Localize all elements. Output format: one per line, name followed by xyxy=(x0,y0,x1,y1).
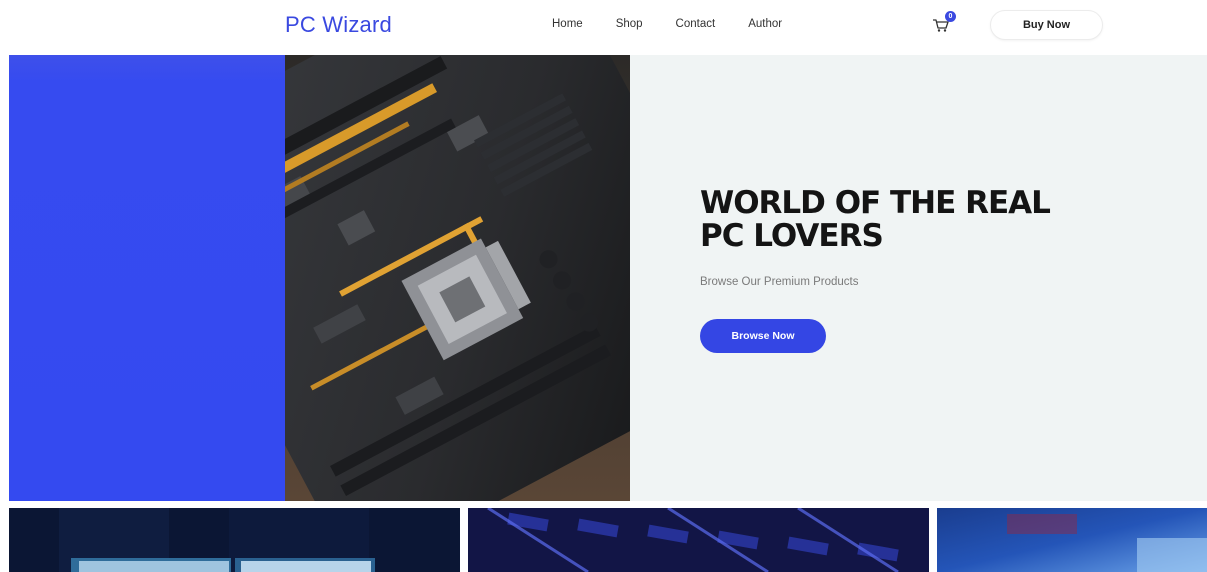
keyboard-illustration xyxy=(468,508,929,572)
nav-shop[interactable]: Shop xyxy=(616,18,643,30)
hero-subtitle: Browse Our Premium Products xyxy=(700,276,859,288)
nav-contact[interactable]: Contact xyxy=(676,18,716,30)
tile-keyboard-image[interactable] xyxy=(468,508,929,572)
hero-title-line-1: WORLD OF THE REAL xyxy=(700,185,1051,221)
motherboard-illustration xyxy=(285,55,630,501)
nav-author[interactable]: Author xyxy=(748,18,782,30)
brand-logo[interactable]: PC Wizard xyxy=(285,12,392,38)
blue-blur-illustration xyxy=(937,508,1207,572)
buy-now-button[interactable]: Buy Now xyxy=(990,10,1103,40)
nav-home[interactable]: Home xyxy=(552,18,583,30)
tile-blue-blur-image[interactable] xyxy=(937,508,1207,572)
monitors-illustration xyxy=(9,508,460,572)
hero-title-line-2: PC LOVERS xyxy=(700,218,884,254)
site-header: PC Wizard Home Shop Contact Author 0 Buy… xyxy=(0,0,1207,54)
hero-title: WORLD OF THE REAL PC LOVERS xyxy=(700,187,1120,253)
hero-blue-block xyxy=(9,55,285,501)
main-nav: Home Shop Contact Author xyxy=(552,18,815,30)
browse-now-button[interactable]: Browse Now xyxy=(700,319,826,353)
hero-motherboard-image xyxy=(285,55,630,501)
cart-count-badge: 0 xyxy=(945,11,956,22)
tile-monitors-image[interactable] xyxy=(9,508,460,572)
